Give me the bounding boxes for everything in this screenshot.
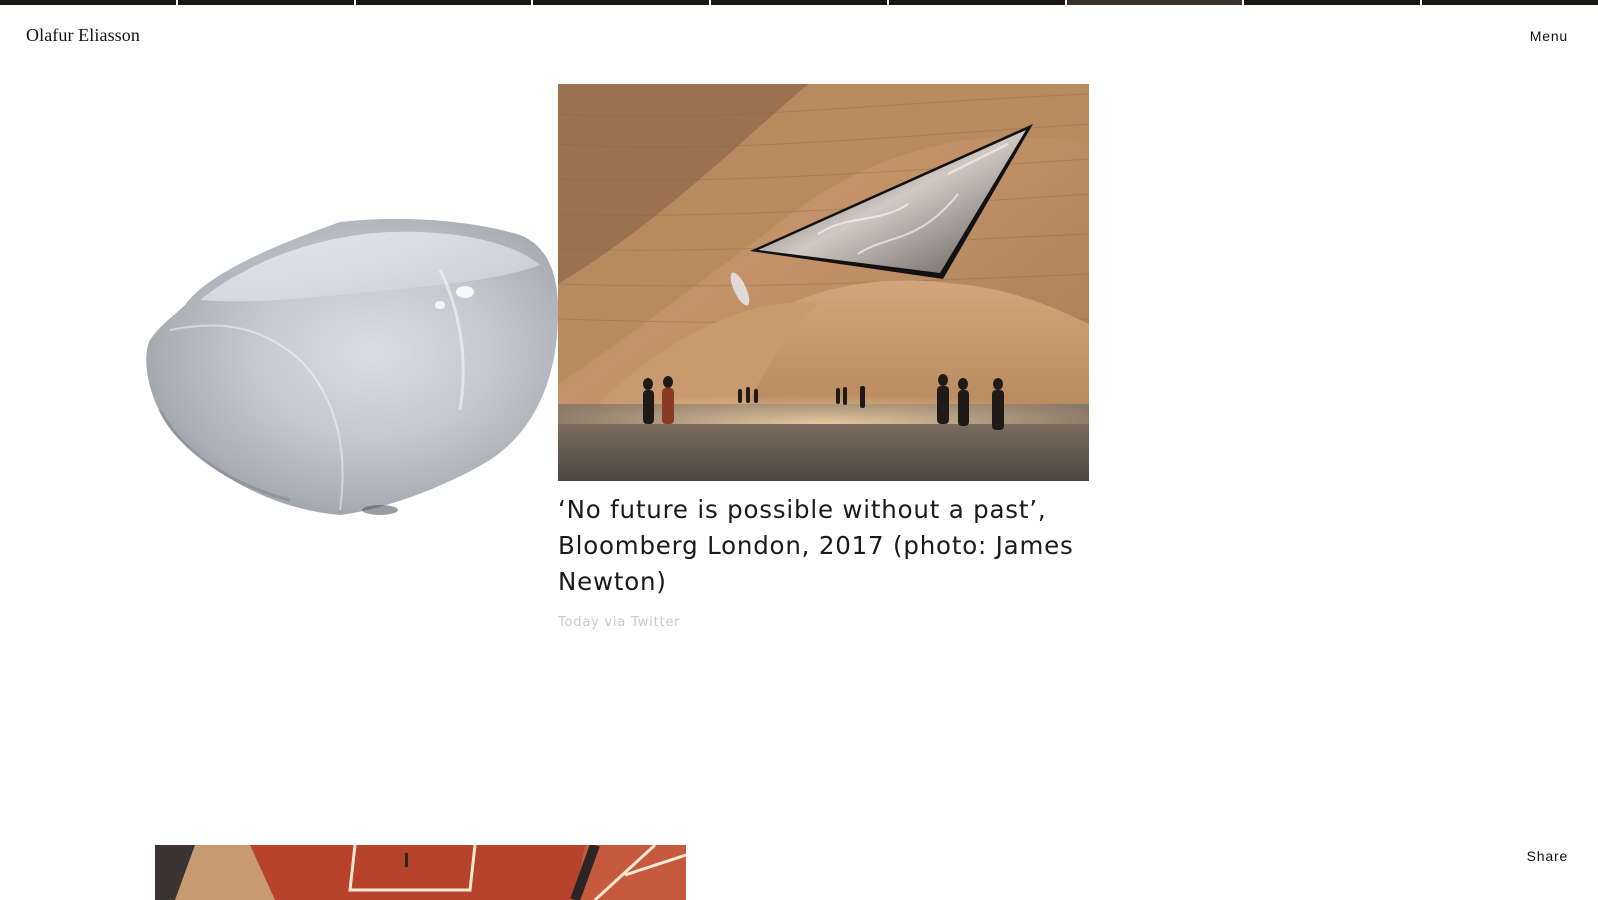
progress-segment[interactable] xyxy=(355,0,532,5)
progress-segment[interactable] xyxy=(533,0,710,5)
progress-segment[interactable] xyxy=(0,0,176,5)
site-logo[interactable]: Olafur Eliasson xyxy=(26,25,140,46)
next-post-photo[interactable] xyxy=(155,845,686,900)
progress-segment[interactable] xyxy=(1244,0,1421,5)
post-caption: ‘No future is possible without a past’, … xyxy=(558,495,1074,596)
progress-segment-active[interactable] xyxy=(1066,0,1243,5)
progress-segment[interactable] xyxy=(1422,0,1598,5)
progress-segment[interactable] xyxy=(711,0,887,5)
progress-segment[interactable] xyxy=(888,0,1065,5)
menu-button[interactable]: Menu xyxy=(1530,28,1568,44)
ice-rock-image[interactable] xyxy=(140,210,560,520)
progress-segment[interactable] xyxy=(177,0,354,5)
post-meta: Today via Twitter xyxy=(558,615,681,630)
page: Olafur Eliasson Menu ‘No future is possi… xyxy=(0,0,1598,900)
share-button[interactable]: Share xyxy=(1527,848,1568,864)
story-progress-bar xyxy=(0,0,1598,5)
bloomberg-london-photo[interactable] xyxy=(558,84,1089,481)
